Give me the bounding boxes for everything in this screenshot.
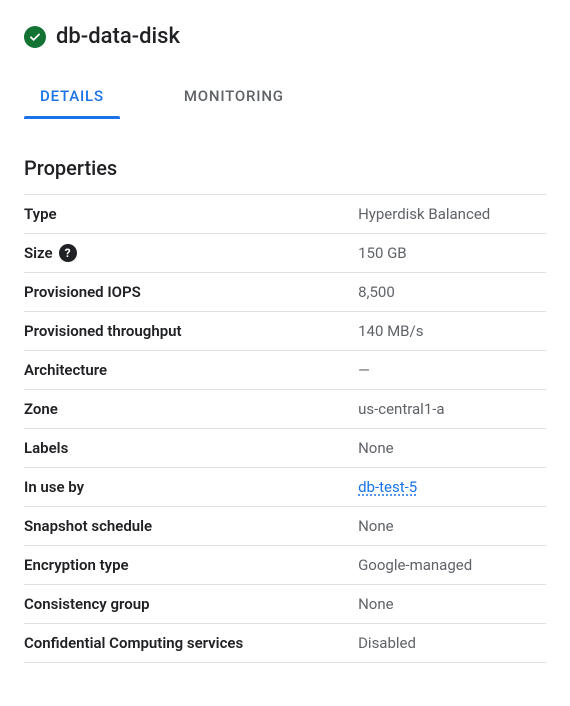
property-value: Hyperdisk Balanced	[358, 195, 546, 234]
property-key-label: Provisioned throughput	[24, 322, 182, 340]
property-value: None	[358, 585, 546, 624]
property-value: Disabled	[358, 624, 546, 663]
property-row: Snapshot schedule None	[24, 507, 546, 546]
property-key: Consistency group	[24, 585, 358, 624]
property-key: Type	[24, 195, 358, 234]
property-key-label: Snapshot schedule	[24, 517, 152, 535]
property-key-label: Confidential Computing services	[24, 634, 243, 652]
property-value: Google-managed	[358, 546, 546, 585]
property-key: Provisioned IOPS	[24, 273, 358, 312]
property-value: None	[358, 429, 546, 468]
property-key-label: Encryption type	[24, 556, 129, 574]
property-key-label: Consistency group	[24, 595, 150, 613]
property-key: Architecture	[24, 351, 358, 390]
property-row: In use by db-test-5	[24, 468, 546, 507]
tab-bar: DETAILS MONITORING	[24, 77, 546, 120]
property-row: Labels None	[24, 429, 546, 468]
property-key: Encryption type	[24, 546, 358, 585]
property-key-label: Labels	[24, 439, 68, 457]
property-row: Type Hyperdisk Balanced	[24, 195, 546, 234]
property-key: Zone	[24, 390, 358, 429]
property-key: Labels	[24, 429, 358, 468]
property-key-label: Architecture	[24, 361, 107, 379]
property-row: Confidential Computing services Disabled	[24, 624, 546, 663]
property-value-link[interactable]: db-test-5	[358, 468, 546, 507]
help-icon[interactable]: ?	[59, 244, 77, 262]
property-key-label: In use by	[24, 478, 84, 496]
properties-table: TypeHyperdisk BalancedSize?150 GBProvisi…	[24, 194, 546, 663]
property-value: 150 GB	[358, 234, 546, 273]
property-row: Zone us-central1-a	[24, 390, 546, 429]
property-value: 140 MB/s	[358, 312, 546, 351]
property-key: Provisioned throughput	[24, 312, 358, 351]
property-key-label: Zone	[24, 400, 58, 418]
property-key: In use by	[24, 468, 358, 507]
property-value: us-central1-a	[358, 390, 546, 429]
property-value: None	[358, 507, 546, 546]
property-key-label: Type	[24, 205, 57, 223]
section-title-properties: Properties	[24, 156, 546, 180]
tab-details[interactable]: DETAILS	[24, 77, 120, 119]
property-row: Size?150 GB	[24, 234, 546, 273]
property-row: Architecture —	[24, 351, 546, 390]
page-title: db-data-disk	[56, 24, 180, 49]
property-row: Encryption type Google-managed	[24, 546, 546, 585]
property-key-label: Provisioned IOPS	[24, 283, 141, 301]
property-row: Consistency group None	[24, 585, 546, 624]
property-key: Size?	[24, 234, 358, 273]
property-key: Confidential Computing services	[24, 624, 358, 663]
property-row: Provisioned IOPS 8,500	[24, 273, 546, 312]
status-ok-icon	[24, 26, 46, 48]
property-value: —	[358, 351, 546, 390]
property-row: Provisioned throughput 140 MB/s	[24, 312, 546, 351]
tab-monitoring[interactable]: MONITORING	[168, 77, 300, 119]
property-key: Snapshot schedule	[24, 507, 358, 546]
property-value: 8,500	[358, 273, 546, 312]
page-header: db-data-disk	[24, 24, 546, 49]
property-key-label: Size	[24, 244, 53, 262]
